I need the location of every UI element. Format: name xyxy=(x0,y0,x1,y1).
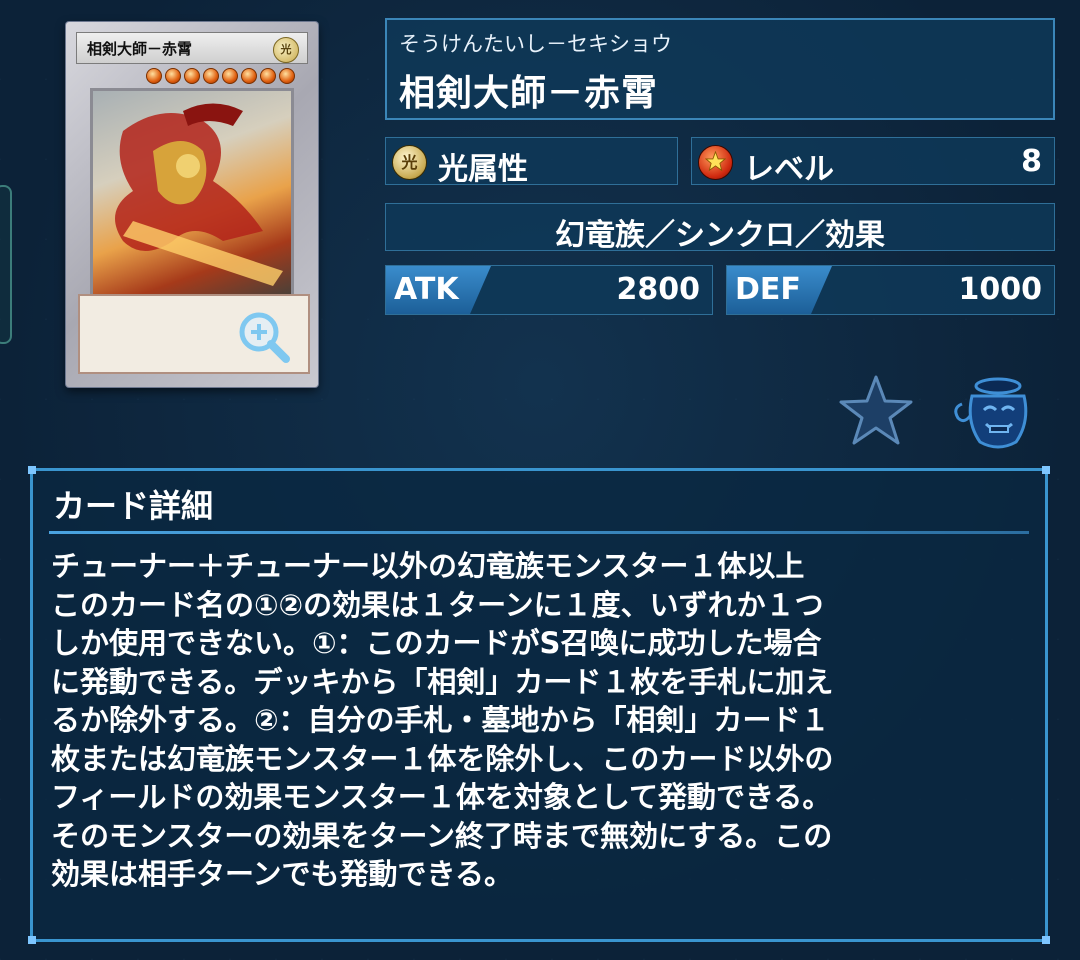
card-image[interactable]: 相剣大師－赤霄 光 xyxy=(66,22,318,387)
level-panel: レベル 8 xyxy=(691,137,1055,187)
card-image-level-stars xyxy=(146,68,295,86)
attribute-label: 光属性 xyxy=(438,152,528,187)
def-value: 1000 xyxy=(958,272,1043,307)
panel-corner xyxy=(1042,466,1050,474)
card-level-star xyxy=(165,68,181,84)
atk-label: ATK xyxy=(394,272,459,307)
zoom-in-icon[interactable] xyxy=(234,307,294,367)
effect-line: しか使用できない。①：このカードがS召喚に成功した場合 xyxy=(51,626,822,660)
effect-line: に発動できる。デッキから「相剣」カード１枚を手札に加え xyxy=(51,664,834,699)
card-level-star xyxy=(203,68,219,84)
card-name-panel: そうけんたいし－セキショウ 相剣大師－赤霄 xyxy=(385,18,1055,120)
effect-line: そのモンスターの効果をターン終了時まで無効にする。この xyxy=(51,818,833,853)
panel-corner xyxy=(28,936,36,944)
card-level-star xyxy=(222,68,238,84)
def-panel: DEF 1000 xyxy=(726,265,1055,315)
card-name: 相剣大師－赤霄 xyxy=(399,73,659,114)
type-panel: 幻竜族／シンクロ／効果 xyxy=(385,203,1055,253)
favorite-star-icon[interactable] xyxy=(838,374,914,446)
effect-line: 効果は相手ターンでも発動できる。 xyxy=(51,857,513,891)
card-level-star xyxy=(241,68,257,84)
effect-line: るか除外する。②：自分の手札・墓地から「相剣」カード１ xyxy=(51,703,830,737)
light-attribute-icon: 光 xyxy=(392,145,427,180)
vase-icon[interactable] xyxy=(950,374,1040,452)
card-artwork xyxy=(90,88,294,298)
card-image-attribute-icon: 光 xyxy=(273,37,299,63)
def-label: DEF xyxy=(735,272,801,307)
effect-line: チューナー＋チューナー以外の幻竜族モンスター１体以上 xyxy=(51,549,805,583)
side-tab-handle[interactable] xyxy=(0,185,12,344)
card-detail-panel: カード詳細 チューナー＋チューナー以外の幻竜族モンスター１体以上 このカード名の… xyxy=(28,466,1050,944)
card-name-reading: そうけんたいし－セキショウ xyxy=(399,32,672,56)
atk-value: 2800 xyxy=(616,272,701,307)
card-level-star xyxy=(279,68,295,84)
panel-corner xyxy=(1042,936,1050,944)
card-level-star xyxy=(146,68,162,84)
card-effect-text: チューナー＋チューナー以外の幻竜族モンスター１体以上 このカード名の①②の効果は… xyxy=(51,547,1031,894)
card-level-star xyxy=(260,68,276,84)
level-value: 8 xyxy=(1021,144,1042,179)
detail-title: カード詳細 xyxy=(53,487,214,525)
level-star-icon xyxy=(698,145,733,180)
card-image-name: 相剣大師－赤霄 光 xyxy=(76,32,308,64)
card-level-star xyxy=(184,68,200,84)
card-type-line: 幻竜族／シンクロ／効果 xyxy=(555,218,885,253)
effect-line: このカード名の①②の効果は１ターンに１度、いずれか１つ xyxy=(51,587,824,622)
effect-line: フィールドの効果モンスター１体を対象として発動できる。 xyxy=(51,780,832,814)
panel-corner xyxy=(28,466,36,474)
atk-panel: ATK 2800 xyxy=(385,265,713,315)
effect-line: 枚または幻竜族モンスター１体を除外し、このカード以外の xyxy=(51,741,834,776)
detail-divider xyxy=(49,531,1029,534)
level-label: レベル xyxy=(744,152,834,187)
attribute-panel: 光 光属性 xyxy=(385,137,678,187)
